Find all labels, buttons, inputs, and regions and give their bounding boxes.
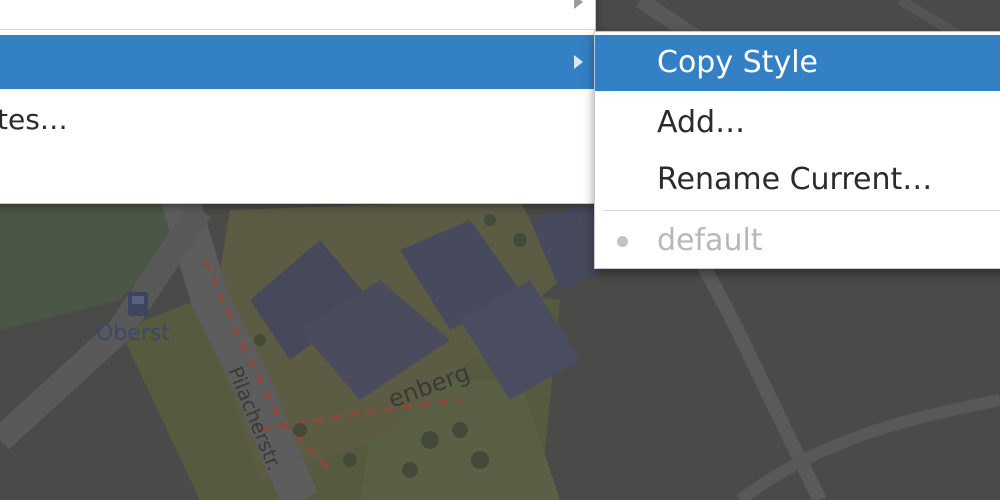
copy-style-item[interactable]: Copy Style	[595, 35, 1000, 91]
submenu-arrow-icon	[574, 55, 583, 69]
menu-item-partial[interactable]: tes…	[0, 93, 595, 147]
styles-submenu: Copy Style Add… Rename Current… default	[594, 31, 1000, 269]
menu-separator	[0, 29, 595, 30]
bus-stop-label: Oberst	[96, 321, 170, 346]
menu-item-above[interactable]	[0, 0, 595, 29]
submenu-separator	[603, 210, 1000, 211]
context-menu: tes…	[0, 0, 596, 204]
submenu-arrow-icon	[574, 0, 583, 9]
radio-bullet-icon	[617, 236, 628, 247]
add-style-item[interactable]: Add…	[595, 95, 1000, 151]
default-style-item[interactable]: default	[595, 213, 1000, 269]
menu-item-styles[interactable]	[0, 35, 595, 89]
bus-stop-icon	[128, 292, 148, 316]
rename-current-style-item[interactable]: Rename Current…	[595, 152, 1000, 208]
